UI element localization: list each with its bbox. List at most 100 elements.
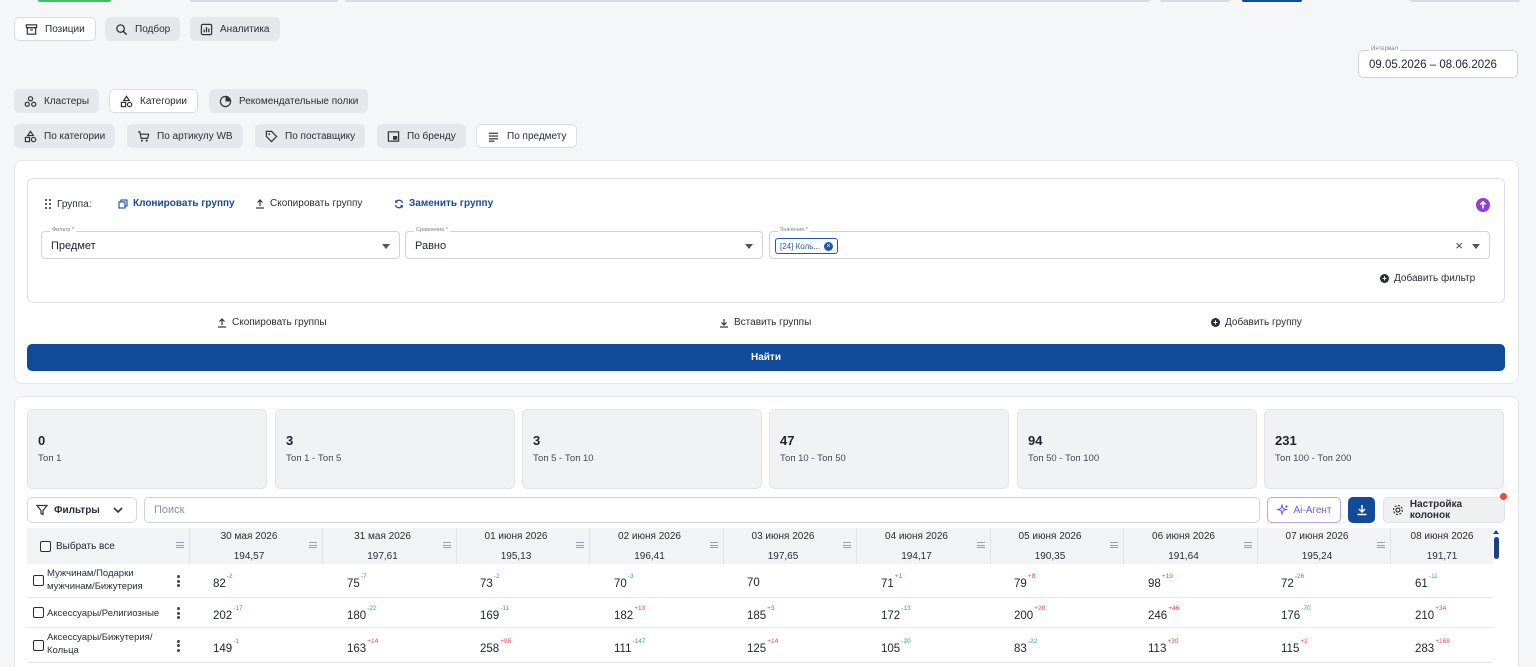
paste-groups-button[interactable]: Вставить группы <box>719 317 811 328</box>
table-row[interactable]: Мужчинам/Подарки мужчинам/Бижутерия 82-2 7… <box>27 564 1493 598</box>
position-delta: +2 <box>1300 637 1308 645</box>
filter-select[interactable]: Фильтр * Предмет <box>41 227 400 259</box>
select-all-label: Выбрать все <box>56 541 115 552</box>
clear-icon[interactable]: × <box>1455 238 1463 253</box>
tab-categories[interactable]: Категории <box>109 89 198 113</box>
drag-handle-icon[interactable] <box>44 198 52 210</box>
clone-group-button[interactable]: Клонировать группу <box>118 198 235 209</box>
column-menu-icon[interactable] <box>443 542 451 548</box>
subtab-by-brand[interactable]: По бренду <box>377 124 466 148</box>
stat-card: 94 Топ 50 - Топ 100 <box>1017 409 1257 489</box>
column-avg: 190,35 <box>1034 551 1066 562</box>
position-delta: -7 <box>360 573 367 580</box>
tab-clusters[interactable]: Кластеры <box>14 89 99 113</box>
row-checkbox[interactable] <box>33 575 44 586</box>
tab-label: Подбор <box>135 23 171 35</box>
position-delta: +168 <box>1435 637 1450 645</box>
column-menu-icon[interactable] <box>710 542 718 548</box>
position-delta: +13 <box>634 605 646 612</box>
column-settings-button[interactable]: Настройка колонок <box>1383 497 1505 523</box>
position-delta: -20 <box>901 637 911 645</box>
position-value: 83 <box>1014 642 1027 655</box>
tab-analytics[interactable]: Аналитика <box>190 17 280 41</box>
column-menu-icon[interactable] <box>977 542 985 548</box>
position-value: 72 <box>1281 577 1294 590</box>
add-group-button[interactable]: + Добавить группу <box>1211 317 1302 328</box>
replace-group-label: Заменить группу <box>409 198 494 209</box>
position-delta: +28 <box>1034 605 1046 612</box>
compare-value: Равно <box>415 240 447 252</box>
position-value: 82 <box>213 577 226 590</box>
column-menu-icon[interactable] <box>843 542 851 548</box>
copy-icon <box>118 198 128 209</box>
subtab-by-article[interactable]: По артикулу WB <box>127 124 243 148</box>
column-avg: 196,41 <box>634 551 665 562</box>
position-value: 111 <box>614 642 632 655</box>
stat-card: 47 Топ 10 - Топ 50 <box>769 409 1009 489</box>
row-menu-icon[interactable] <box>177 639 180 654</box>
column-date: 06 июня 2026 <box>1152 531 1215 542</box>
position-value: 125 <box>747 642 767 655</box>
column-menu-icon[interactable] <box>1377 542 1385 548</box>
table-header: Выбрать все 30 мая 2026 194,57 31 мая 202… <box>27 528 1493 564</box>
copy-groups-button[interactable]: Скопировать группы <box>217 317 327 328</box>
position-cell: 71+1 <box>881 573 902 590</box>
stat-label: Топ 50 - Топ 100 <box>1028 453 1100 464</box>
position-cell: 72-26 <box>1281 573 1304 590</box>
scrollbar-thumb[interactable] <box>1494 537 1499 559</box>
download-button[interactable] <box>1348 497 1375 523</box>
subtab-by-category[interactable]: По категории <box>14 124 116 148</box>
stat-value: 3 <box>533 433 541 448</box>
replace-group-button[interactable]: Заменить группу <box>394 198 493 209</box>
row-menu-icon[interactable] <box>177 575 180 589</box>
ai-agent-button[interactable]: Ai-Агент <box>1267 497 1341 523</box>
tab-recommend-shelves[interactable]: Рекомендательные полки <box>209 89 369 113</box>
collapse-icon[interactable] <box>1476 198 1490 212</box>
position-cell: 172-13 <box>881 605 911 622</box>
table-row[interactable]: Аксессуары/Бижутерия/Кольца 149-1 163+14 25… <box>27 628 1493 663</box>
interval-label: Интервал <box>1369 46 1400 52</box>
value-select[interactable]: Значение * [24] Коль... × × <box>769 227 1490 259</box>
tab-label: Категории <box>140 95 187 107</box>
position-value: 105 <box>881 642 901 655</box>
position-delta: -147 <box>632 637 646 645</box>
scroll-up-icon[interactable] <box>1493 530 1499 534</box>
column-avg: 194,17 <box>901 551 932 562</box>
filters-button[interactable]: Фильтры <box>27 497 137 523</box>
column-menu-icon[interactable] <box>576 542 584 548</box>
subtab-by-subject[interactable]: По предмету <box>476 124 578 148</box>
search-field[interactable] <box>144 497 1260 523</box>
stat-card: 231 Топ 100 - Топ 200 <box>1264 409 1504 489</box>
tab-positions[interactable]: Позиции <box>14 17 96 41</box>
tab-label: По предмету <box>507 130 567 142</box>
tab-selection[interactable]: Подбор <box>105 17 181 41</box>
close-icon[interactable]: × <box>824 241 834 251</box>
subtab-by-supplier[interactable]: По поставщику <box>255 124 366 148</box>
position-cell: 283+168 <box>1415 638 1450 655</box>
compare-select[interactable]: Сравнение * Равно <box>405 227 763 259</box>
row-menu-icon[interactable] <box>177 607 180 621</box>
row-checkbox[interactable] <box>33 639 44 651</box>
find-button[interactable]: Найти <box>27 344 1505 371</box>
position-delta: +95 <box>500 637 512 645</box>
table-row[interactable]: Аксессуары/Религиозные 202-17 180-22 169-11… <box>27 598 1493 628</box>
position-value: 61 <box>1415 577 1428 590</box>
add-filter-button[interactable]: + Добавить фильтр <box>1380 273 1475 284</box>
position-value: 79 <box>1014 577 1027 590</box>
position-cell: 200+28 <box>1014 605 1045 622</box>
row-checkbox[interactable] <box>33 607 44 618</box>
position-value: 98 <box>1148 577 1161 590</box>
select-all-checkbox[interactable] <box>40 541 51 552</box>
position-cell: 75-7 <box>347 573 367 590</box>
copy-group-button[interactable]: Скопировать группу <box>255 198 362 209</box>
interval-picker[interactable]: Интервал 09.05.2026 – 08.06.2026 <box>1358 46 1518 78</box>
stat-value: 94 <box>1028 433 1043 448</box>
column-menu-icon[interactable] <box>1110 542 1118 548</box>
position-value: 172 <box>881 609 901 622</box>
value-tag[interactable]: [24] Коль... × <box>775 238 839 254</box>
stat-label: Топ 10 - Топ 50 <box>780 453 846 464</box>
column-menu-icon[interactable] <box>1244 542 1252 548</box>
column-menu-icon[interactable] <box>176 542 184 548</box>
column-menu-icon[interactable] <box>309 542 317 548</box>
search-input[interactable] <box>145 498 1259 522</box>
